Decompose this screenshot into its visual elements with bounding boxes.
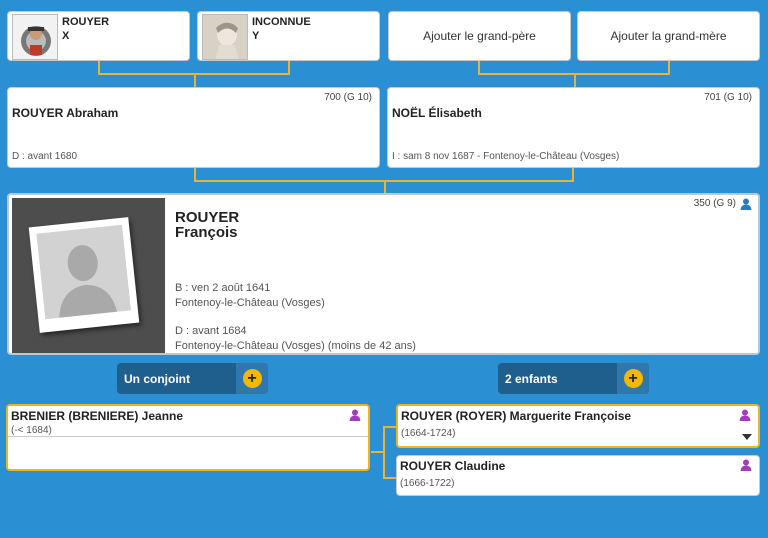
father-event: D : avant 1680: [12, 151, 78, 162]
grandfather-name: ROUYER X: [62, 16, 110, 42]
death-place: Fontenoy-le-Château (Vosges) (moins de 4…: [175, 340, 416, 352]
connector: [383, 426, 385, 479]
male-person-icon: [740, 198, 752, 210]
main-first-name: François: [175, 224, 238, 241]
grandmother-photo: [202, 14, 248, 60]
children-button[interactable]: 2 enfants +: [498, 363, 649, 394]
connector: [574, 73, 576, 87]
child-name: ROUYER Claudine: [400, 459, 506, 473]
female-person-icon: [349, 409, 361, 421]
grandmother-card[interactable]: INCONNUE Y: [197, 11, 380, 61]
female-person-icon: [740, 459, 752, 471]
mother-name: NOËL Élisabeth: [392, 106, 482, 120]
grandmother-name: INCONNUE Y: [252, 16, 311, 42]
person-silhouette-icon: [36, 224, 131, 320]
birth-place: Fontenoy-le-Château (Vosges): [175, 297, 325, 309]
add-grandfather-button[interactable]: Ajouter le grand-père: [388, 11, 571, 61]
spouse-name: BRENIER (BRENIERE) Jeanne: [11, 409, 184, 423]
mother-event: I : sam 8 nov 1687 - Fontenoy-le-Château…: [392, 151, 620, 162]
spouse-button[interactable]: Un conjoint +: [117, 363, 268, 394]
plus-icon: +: [242, 369, 262, 388]
main-sosa: 350 (G 9): [693, 198, 736, 209]
father-sosa: 700 (G 10): [324, 92, 372, 103]
connector: [383, 426, 396, 428]
add-spouse-button[interactable]: +: [236, 363, 268, 394]
child-card[interactable]: ROUYER Claudine (1666-1722): [396, 455, 760, 496]
child-name: ROUYER (ROYER) Marguerite Françoise: [401, 409, 632, 423]
connector: [194, 73, 196, 87]
main-photo[interactable]: [12, 198, 165, 353]
spouse-button-label: Un conjoint: [124, 371, 190, 386]
connector: [371, 451, 383, 453]
add-child-button[interactable]: +: [617, 363, 649, 394]
divider: [8, 436, 368, 437]
child-dates: (1666-1722): [400, 478, 455, 489]
spouse-card[interactable]: BRENIER (BRENIERE) Jeanne (-< 1684): [6, 404, 370, 471]
chevron-down-icon[interactable]: [742, 434, 752, 440]
grandfather-card[interactable]: ROUYER X: [7, 11, 190, 61]
plus-icon: +: [623, 369, 643, 388]
child-dates: (1664-1724): [401, 428, 456, 439]
child-card[interactable]: ROUYER (ROYER) Marguerite Françoise (166…: [396, 404, 760, 448]
connector: [384, 180, 386, 193]
birth-date: B : ven 2 août 1641: [175, 282, 271, 294]
connector: [383, 477, 396, 479]
photo-placeholder: [28, 217, 140, 333]
spouse-dates: (-< 1684): [11, 425, 52, 436]
mother-card[interactable]: 701 (G 10) NOËL Élisabeth I : sam 8 nov …: [387, 87, 760, 168]
children-button-label: 2 enfants: [505, 371, 558, 386]
main-person-card[interactable]: 350 (G 9) ROUYER François B : ven 2 août…: [7, 193, 760, 355]
female-person-icon: [739, 409, 751, 421]
father-name: ROUYER Abraham: [12, 106, 119, 120]
grandfather-photo: [12, 14, 58, 60]
add-grandmother-button[interactable]: Ajouter la grand-mère: [577, 11, 760, 61]
mother-sosa: 701 (G 10): [704, 92, 752, 103]
father-card[interactable]: 700 (G 10) ROUYER Abraham D : avant 1680: [7, 87, 380, 168]
death-date: D : avant 1684: [175, 325, 247, 337]
